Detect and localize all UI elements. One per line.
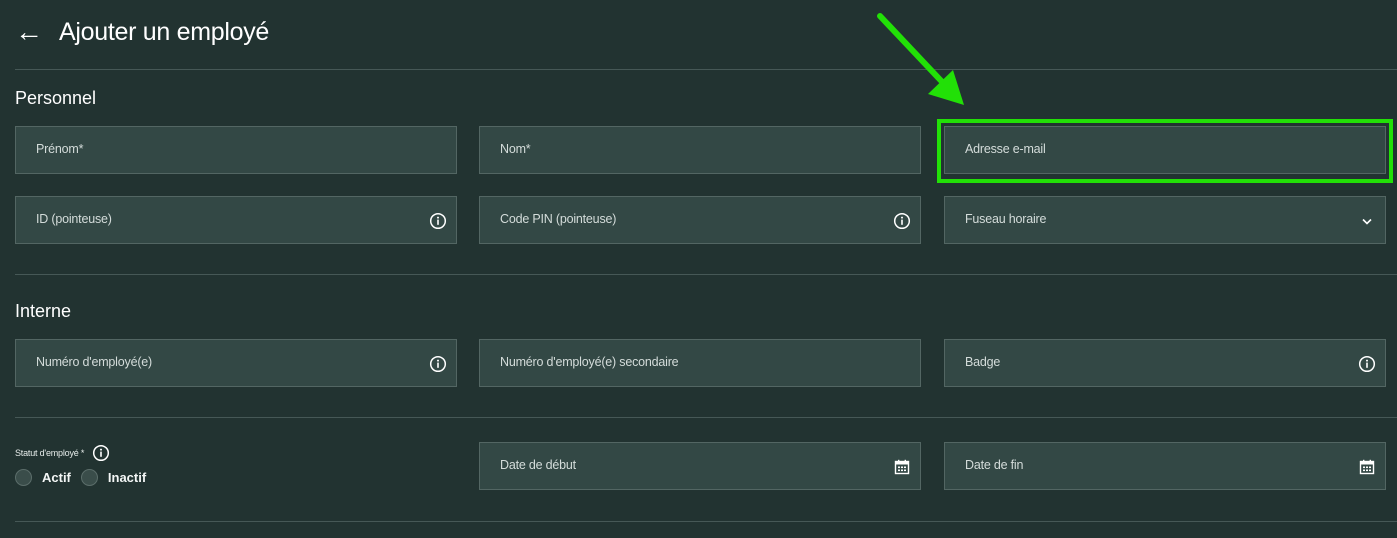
- page-header: ← Ajouter un employé: [15, 14, 269, 50]
- first-name-label: Prénom*: [36, 142, 84, 156]
- start-date-field[interactable]: Date de début: [479, 442, 921, 490]
- info-icon[interactable]: [893, 212, 911, 230]
- end-date-label: Date de fin: [965, 458, 1024, 472]
- badge-field[interactable]: Badge: [944, 339, 1386, 387]
- badge-label: Badge: [965, 355, 1001, 369]
- calendar-icon[interactable]: [1358, 458, 1376, 476]
- clock-id-field[interactable]: ID (pointeuse): [15, 196, 457, 244]
- end-date-field[interactable]: Date de fin: [944, 442, 1386, 490]
- pin-code-field[interactable]: Code PIN (pointeuse): [479, 196, 921, 244]
- email-field[interactable]: Adresse e-mail: [944, 126, 1386, 174]
- chevron-down-icon: [1358, 212, 1376, 230]
- radio-circle[interactable]: [80, 469, 98, 486]
- status-radio-inactive[interactable]: Inactif: [80, 469, 147, 486]
- email-label: Adresse e-mail: [965, 142, 1046, 156]
- back-arrow-icon[interactable]: ←: [15, 18, 43, 46]
- status-option-inactive-label: Inactif: [107, 470, 147, 485]
- divider: [15, 417, 1397, 418]
- page-title: Ajouter un employé: [59, 17, 270, 46]
- status-option-active-label: Actif: [42, 470, 71, 485]
- last-name-field[interactable]: Nom*: [479, 126, 921, 174]
- secondary-employee-number-label: Numéro d'employé(e) secondaire: [500, 355, 679, 369]
- section-title-interne: Interne: [15, 301, 72, 321]
- calendar-icon[interactable]: [893, 458, 911, 476]
- timezone-label: Fuseau horaire: [965, 212, 1047, 226]
- info-icon[interactable]: [429, 355, 447, 373]
- employee-status-group: Statut d'employé * Actif Inactif: [15, 444, 156, 486]
- pin-code-label: Code PIN (pointeuse): [500, 212, 617, 226]
- employee-number-label: Numéro d'employé(e): [36, 355, 152, 369]
- start-date-label: Date de début: [500, 458, 576, 472]
- employee-status-label: Statut d'employé *: [15, 448, 85, 458]
- info-icon[interactable]: [1358, 355, 1376, 373]
- status-radio-active[interactable]: Actif: [15, 469, 71, 486]
- info-icon[interactable]: [92, 444, 110, 462]
- radio-circle[interactable]: [15, 469, 32, 486]
- divider: [15, 69, 1397, 70]
- clock-id-label: ID (pointeuse): [36, 212, 112, 226]
- secondary-employee-number-field[interactable]: Numéro d'employé(e) secondaire: [479, 339, 921, 387]
- divider: [15, 521, 1397, 522]
- employee-number-field[interactable]: Numéro d'employé(e): [15, 339, 457, 387]
- first-name-field[interactable]: Prénom*: [15, 126, 457, 174]
- last-name-label: Nom*: [500, 142, 531, 156]
- section-title-personnel: Personnel: [15, 88, 97, 108]
- timezone-select[interactable]: Fuseau horaire: [944, 196, 1386, 244]
- divider: [15, 274, 1397, 275]
- annotation-arrow-icon: [877, 13, 964, 105]
- info-icon[interactable]: [429, 212, 447, 230]
